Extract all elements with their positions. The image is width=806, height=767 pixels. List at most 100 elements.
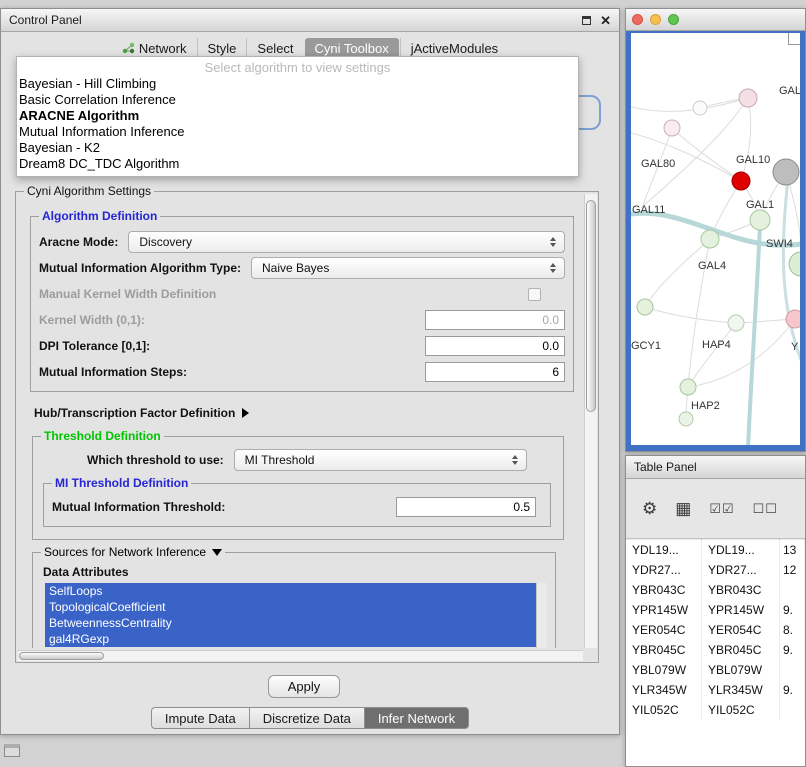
network-canvas[interactable]: GALGAL80GAL10GAL11GAL1SWI4GAL4GCY1HAP4YH… — [631, 33, 800, 445]
close-traffic-light[interactable] — [632, 14, 643, 25]
table-row[interactable]: YDR27...YDR27...12 — [626, 560, 805, 580]
network-edge[interactable] — [672, 128, 741, 181]
network-node[interactable] — [701, 230, 719, 248]
node-label: GCY1 — [631, 340, 661, 352]
sources-label: Sources for Network Inference — [44, 545, 206, 559]
network-node[interactable] — [637, 299, 653, 315]
network-edge[interactable] — [645, 307, 736, 323]
network-edge[interactable] — [688, 323, 736, 387]
float-window-icon[interactable] — [582, 16, 591, 25]
attribute-item[interactable]: gal4RGexp — [45, 631, 536, 647]
tab-infer-network[interactable]: Infer Network — [364, 707, 469, 729]
show-columns-icon[interactable]: ▦ — [675, 500, 691, 517]
table-cell — [780, 580, 805, 600]
manual-kernel-checkbox[interactable] — [528, 288, 541, 301]
cyni-algorithm-settings-group: Cyni Algorithm Settings Algorithm Defini… — [15, 191, 599, 663]
table-row[interactable]: YBL079WYBL079W — [626, 660, 805, 680]
network-edge[interactable] — [631, 131, 741, 181]
minimize-traffic-light[interactable] — [650, 14, 661, 25]
network-node[interactable] — [789, 252, 800, 276]
network-edge[interactable] — [631, 98, 748, 111]
algorithm-definition-title: Algorithm Definition — [39, 209, 160, 223]
table-row[interactable]: YER054CYER054C8. — [626, 620, 805, 640]
network-node[interactable] — [693, 101, 707, 115]
combo-arrows-icon — [547, 237, 559, 247]
manual-kernel-label: Manual Kernel Width Definition — [39, 287, 216, 301]
algorithm-option-selected[interactable]: ARACNE Algorithm — [17, 108, 578, 124]
table-cell: YPR145W — [702, 600, 780, 620]
network-node[interactable] — [679, 412, 693, 426]
apply-button[interactable]: Apply — [268, 675, 340, 698]
node-label: HAP2 — [691, 400, 720, 412]
close-icon[interactable]: ✕ — [600, 14, 611, 27]
scrollbar-thumb[interactable] — [19, 652, 104, 660]
algorithm-option[interactable]: Bayesian - Hill Climbing — [17, 76, 578, 92]
attribute-item[interactable]: SelfLoops — [45, 583, 536, 599]
birdseye-toggle[interactable] — [788, 33, 800, 45]
table-settings-icon[interactable]: ⚙ — [642, 500, 657, 517]
network-node[interactable] — [750, 210, 770, 230]
dpi-tolerance-row: DPI Tolerance [0,1]: — [39, 333, 565, 359]
network-node[interactable] — [664, 120, 680, 136]
settings-vertical-scrollbar[interactable] — [584, 194, 597, 648]
table-row[interactable]: YDL19...YDL19...13 — [626, 540, 805, 560]
window-restore-icon[interactable] — [4, 744, 20, 757]
algorithm-option[interactable]: Dream8 DC_TDC Algorithm — [17, 156, 578, 172]
node-label: SWI4 — [766, 238, 793, 250]
table-panel-titlebar[interactable]: Table Panel — [626, 456, 805, 479]
mi-threshold-row: Mutual Information Threshold: — [52, 494, 542, 520]
deselect-all-icon[interactable]: ☐☐ — [753, 502, 778, 515]
bottom-tabbar: Impute Data Discretize Data Infer Networ… — [1, 707, 619, 729]
tab-discretize-data[interactable]: Discretize Data — [249, 707, 365, 729]
table-row[interactable]: YLR345WYLR345W9. — [626, 680, 805, 700]
algorithm-popup-placeholder[interactable]: Select algorithm to view settings — [17, 59, 578, 76]
algorithm-dropdown-popup: Select algorithm to view settings Bayesi… — [16, 56, 579, 177]
network-node[interactable] — [739, 89, 757, 107]
table-row[interactable]: YBR043CYBR043C — [626, 580, 805, 600]
control-panel-titlebar[interactable]: Control Panel ✕ — [1, 9, 619, 32]
mi-steps-input[interactable] — [425, 362, 565, 382]
network-edge[interactable] — [645, 239, 710, 307]
table-row[interactable]: YBR045CYBR045C9. — [626, 640, 805, 660]
algorithm-option[interactable]: Basic Correlation Inference — [17, 92, 578, 108]
kernel-width-input[interactable] — [425, 310, 565, 330]
which-threshold-select[interactable]: MI Threshold — [234, 449, 527, 471]
select-all-icon[interactable]: ☑☑ — [709, 502, 734, 515]
threshold-definition-group: Threshold Definition Which threshold to … — [32, 436, 564, 540]
network-node[interactable] — [786, 310, 800, 328]
algorithm-option[interactable]: Mutual Information Inference — [17, 124, 578, 140]
attributes-scrollbar[interactable] — [536, 583, 547, 648]
aracne-mode-select[interactable]: Discovery — [128, 231, 565, 253]
network-edge[interactable] — [741, 98, 751, 181]
aracne-mode-label: Aracne Mode: — [39, 235, 118, 249]
network-node[interactable] — [732, 172, 750, 190]
settings-horizontal-scrollbar[interactable] — [18, 650, 583, 661]
scrollbar-thumb[interactable] — [586, 200, 596, 412]
attribute-item[interactable]: TopologicalCoefficient — [45, 599, 536, 615]
network-node[interactable] — [680, 379, 696, 395]
kernel-width-label: Kernel Width (0,1): — [39, 313, 145, 327]
dpi-tolerance-label: DPI Tolerance [0,1]: — [39, 339, 150, 353]
attribute-item[interactable]: BetweennessCentrality — [45, 615, 536, 631]
tab-network-label: Network — [139, 41, 187, 56]
table-row[interactable]: YIL052CYIL052C — [626, 700, 805, 720]
node-label: GAL11 — [632, 204, 665, 216]
network-edge[interactable] — [641, 98, 748, 208]
mi-threshold-input[interactable] — [396, 497, 536, 517]
table-toolbar: ⚙ ▦ ☑☑ ☐☐ — [626, 479, 805, 539]
network-node[interactable] — [773, 159, 799, 185]
algorithm-option[interactable]: Bayesian - K2 — [17, 140, 578, 156]
zoom-traffic-light[interactable] — [668, 14, 679, 25]
tab-impute-data[interactable]: Impute Data — [151, 707, 250, 729]
hub-definition-toggle[interactable]: Hub/Transcription Factor Definition — [34, 404, 574, 422]
network-node[interactable] — [728, 315, 744, 331]
mi-type-select[interactable]: Naive Bayes — [251, 257, 565, 279]
which-threshold-value: MI Threshold — [245, 453, 315, 467]
dpi-tolerance-input[interactable] — [425, 336, 565, 356]
hub-definition-label: Hub/Transcription Factor Definition — [34, 406, 235, 420]
network-edge[interactable] — [748, 225, 760, 445]
sources-toggle[interactable]: Sources for Network Inference — [41, 545, 225, 559]
network-titlebar[interactable] — [626, 9, 805, 31]
table-row[interactable]: YPR145WYPR145W9. — [626, 600, 805, 620]
mi-type-value: Naive Bayes — [262, 261, 329, 275]
